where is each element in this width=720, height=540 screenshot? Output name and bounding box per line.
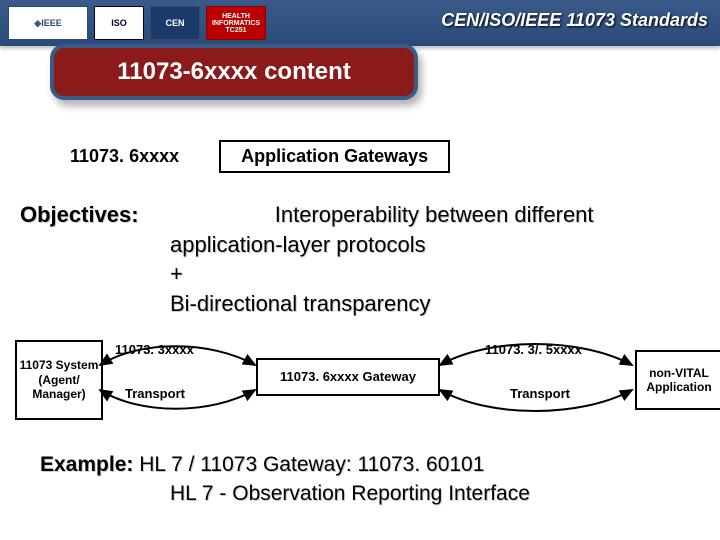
example-block: Example: HL 7 / 11073 Gateway: 11073. 60…: [40, 450, 530, 509]
header-title: CEN/ISO/IEEE 11073 Standards: [441, 10, 708, 31]
slide-title-pill: 11073-6xxxx content: [50, 44, 418, 100]
definition-code: 11073. 6xxxx: [70, 146, 179, 167]
objectives-block: Objectives: Interoperability between dif…: [20, 200, 594, 319]
right-protocol-label: 11073. 3/. 5xxxx: [485, 342, 582, 357]
health-informatics-logo-icon: HEALTH INFORMATICS TC251: [206, 6, 266, 40]
objectives-line3: +: [170, 259, 594, 289]
left-protocol-label: 11073. 3xxxx: [115, 342, 194, 357]
gateway-box: 11073. 6xxxx Gateway: [256, 358, 440, 396]
left-transport-label: Transport: [125, 386, 185, 401]
right-app-box: non-VITAL Application: [635, 350, 720, 410]
header-bar: ◈IEEE ISO CEN HEALTH INFORMATICS TC251 C…: [0, 0, 720, 46]
header-logos: ◈IEEE ISO CEN HEALTH INFORMATICS TC251: [8, 6, 266, 40]
definition-box: Application Gateways: [219, 140, 450, 173]
definition-row: 11073. 6xxxx Application Gateways: [70, 140, 450, 173]
example-label: Example:: [40, 453, 133, 476]
objectives-line1: Interoperability between different: [275, 202, 594, 227]
right-transport-label: Transport: [510, 386, 570, 401]
objectives-line4: Bi-directional transparency: [170, 289, 594, 319]
cen-logo-icon: CEN: [150, 6, 200, 40]
slide-title-text: 11073-6xxxx content: [117, 58, 350, 86]
example-line1: HL 7 / 11073 Gateway: 11073. 60101: [139, 453, 484, 476]
iso-logo-icon: ISO: [94, 6, 144, 40]
objectives-label: Objectives:: [20, 202, 139, 227]
left-system-box: 11073 System (Agent/ Manager): [15, 340, 103, 420]
ieee-logo-icon: ◈IEEE: [8, 6, 88, 40]
objectives-line2: application-layer protocols: [170, 230, 594, 260]
example-line2: HL 7 - Observation Reporting Interface: [170, 479, 530, 508]
architecture-diagram: 11073 System (Agent/ Manager) 11073. 6xx…: [10, 330, 710, 430]
